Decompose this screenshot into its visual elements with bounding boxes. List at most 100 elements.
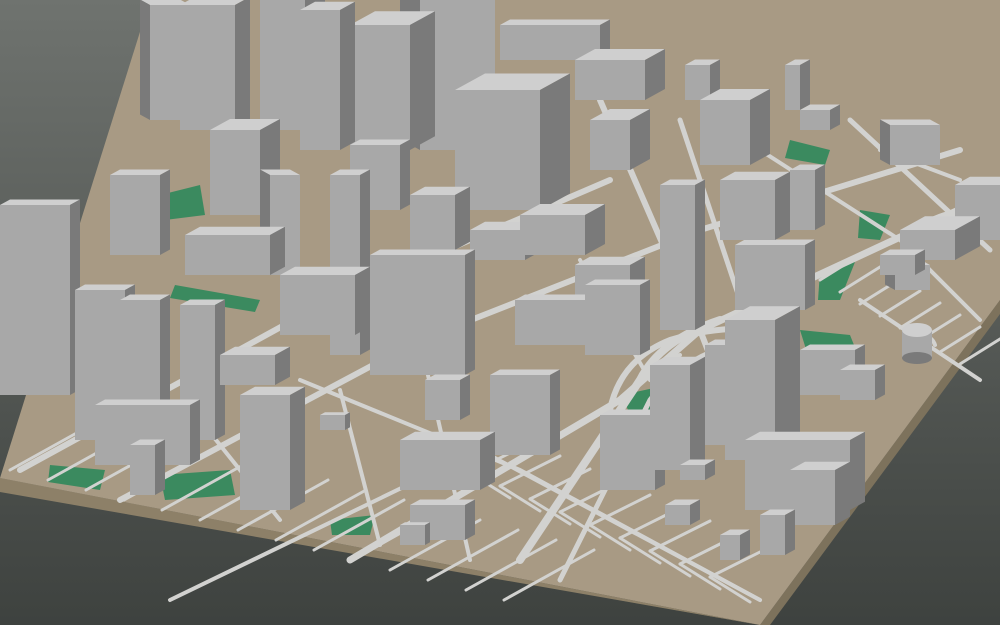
side-wall xyxy=(805,239,815,310)
side-wall xyxy=(875,364,885,400)
front-wall xyxy=(720,535,740,560)
front-wall xyxy=(760,515,785,555)
side-wall xyxy=(690,356,705,470)
roof xyxy=(410,499,475,505)
front-wall xyxy=(350,25,410,150)
front-wall xyxy=(120,300,160,410)
building-57 xyxy=(720,529,750,560)
front-wall xyxy=(410,195,455,250)
side-wall xyxy=(835,461,850,525)
roof xyxy=(585,279,650,285)
building-55 xyxy=(680,459,715,480)
building-47 xyxy=(425,374,470,420)
cylinder-roof xyxy=(902,323,932,337)
front-wall xyxy=(320,415,345,430)
building-46 xyxy=(400,431,495,490)
front-wall xyxy=(890,125,940,165)
front-wall xyxy=(300,10,340,150)
building-56 xyxy=(665,499,700,525)
side-wall xyxy=(290,386,305,510)
roof xyxy=(370,249,475,255)
front-wall xyxy=(280,275,355,335)
roof xyxy=(515,294,595,300)
side-wall xyxy=(155,439,165,495)
front-wall xyxy=(600,415,655,490)
building-28 xyxy=(660,179,705,330)
building-7 xyxy=(140,0,190,120)
map-viewport[interactable] xyxy=(0,0,1000,625)
front-wall xyxy=(260,0,305,130)
side-wall xyxy=(815,164,825,230)
front-wall xyxy=(785,65,800,110)
building-34 xyxy=(370,249,475,375)
building-3 xyxy=(350,11,435,150)
building-5 xyxy=(300,1,355,150)
building-22 xyxy=(110,169,170,255)
building-18 xyxy=(410,186,470,250)
city-model-canvas[interactable] xyxy=(0,0,1000,625)
front-wall xyxy=(0,205,70,395)
building-13 xyxy=(880,119,940,165)
side-wall xyxy=(550,369,560,455)
front-wall xyxy=(110,175,160,255)
front-wall xyxy=(400,525,425,545)
front-wall xyxy=(150,5,190,120)
building-16 xyxy=(455,73,570,210)
building-53 xyxy=(790,461,850,525)
front-wall xyxy=(685,65,710,100)
building-30 xyxy=(720,171,790,240)
side-wall xyxy=(800,59,810,110)
front-wall xyxy=(650,365,690,470)
front-wall xyxy=(790,470,835,525)
building-42 xyxy=(130,439,165,495)
building-29 xyxy=(735,239,815,310)
side-wall xyxy=(880,119,890,165)
side-wall xyxy=(235,0,250,130)
building-54 xyxy=(760,509,795,555)
front-wall xyxy=(700,100,750,165)
building-23 xyxy=(0,199,80,395)
side-wall xyxy=(270,226,285,275)
roof xyxy=(350,139,410,145)
roof xyxy=(880,119,940,125)
side-wall xyxy=(750,89,770,165)
roof xyxy=(400,431,495,440)
building-31 xyxy=(790,164,825,230)
building-37 xyxy=(585,279,650,355)
front-wall xyxy=(590,120,630,170)
side-wall xyxy=(775,171,790,240)
side-wall xyxy=(160,294,170,410)
building-49 xyxy=(650,356,705,470)
building-26 xyxy=(520,204,605,255)
front-wall xyxy=(585,285,640,355)
roof xyxy=(280,266,370,275)
side-wall xyxy=(400,139,410,210)
side-wall xyxy=(785,509,795,555)
side-wall xyxy=(140,0,150,120)
side-wall xyxy=(465,499,475,540)
front-wall xyxy=(660,185,695,330)
front-wall xyxy=(735,245,805,310)
building-63 xyxy=(880,249,925,275)
building-60 xyxy=(320,412,350,430)
building-6 xyxy=(180,0,250,130)
front-wall xyxy=(880,255,915,275)
side-wall xyxy=(455,186,470,250)
front-wall xyxy=(130,445,155,495)
front-wall xyxy=(210,130,260,215)
roof xyxy=(490,369,560,375)
front-wall xyxy=(515,300,585,345)
front-wall xyxy=(665,505,690,525)
building-44 xyxy=(220,346,290,385)
front-wall xyxy=(490,375,550,455)
roof xyxy=(320,412,350,415)
front-wall xyxy=(720,180,775,240)
side-wall xyxy=(460,374,470,420)
roof xyxy=(500,19,610,25)
side-wall xyxy=(410,11,435,150)
side-wall xyxy=(850,431,865,510)
front-wall xyxy=(575,60,645,100)
front-wall xyxy=(425,380,460,420)
side-wall xyxy=(345,412,350,430)
cylindrical-building xyxy=(902,323,932,364)
